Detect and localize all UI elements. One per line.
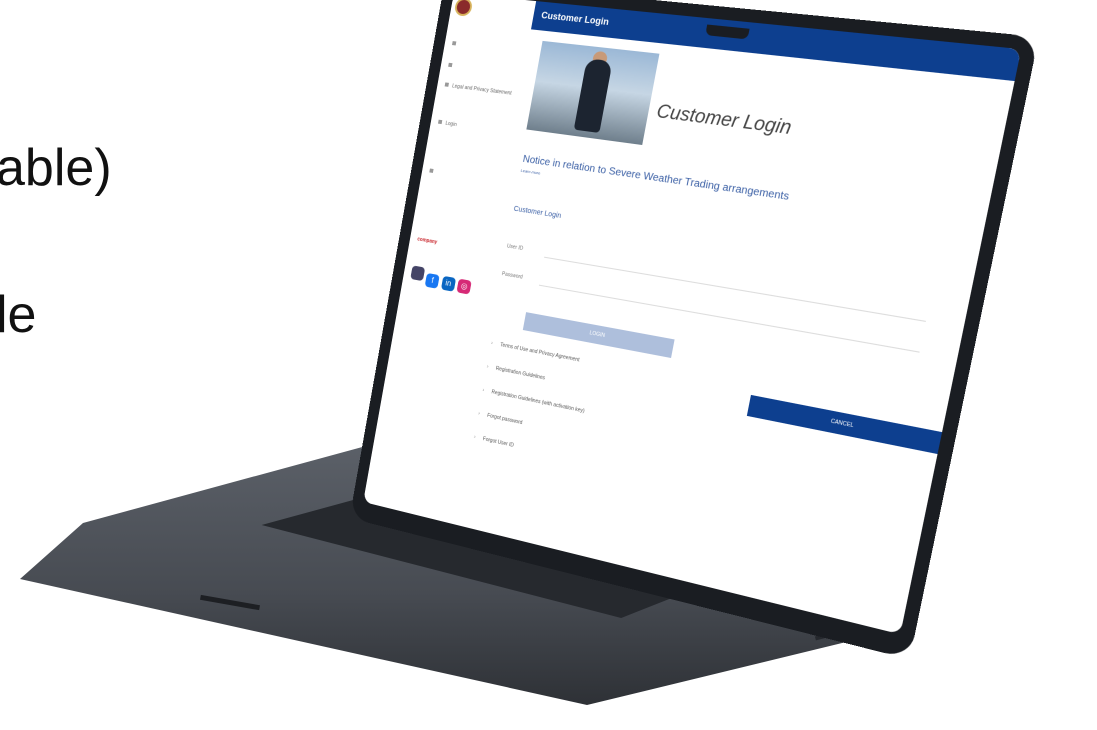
brand-text: company bbox=[416, 236, 438, 246]
sidebar-item-login[interactable]: Login bbox=[437, 119, 458, 129]
link-label: Registration Guidelines (with activation… bbox=[490, 389, 585, 415]
square-icon bbox=[448, 62, 453, 68]
sidebar-item-label: Legal and Privacy Statement bbox=[451, 83, 513, 97]
sidebar-item-legal[interactable]: Legal and Privacy Statement bbox=[444, 82, 513, 97]
bullet-icon: › bbox=[477, 410, 481, 418]
person-shape bbox=[573, 58, 613, 133]
main-content: Customer Login Notice in relation to Sev… bbox=[449, 34, 1007, 632]
square-icon bbox=[437, 119, 443, 125]
password-label: Password bbox=[501, 271, 524, 281]
bullet-icon: › bbox=[486, 363, 489, 371]
sidebar-item-label bbox=[455, 64, 456, 70]
facebook-icon[interactable]: f bbox=[424, 272, 441, 289]
sidebar-item-5[interactable] bbox=[429, 168, 437, 175]
sidebar-item-2[interactable] bbox=[448, 62, 456, 70]
sidebar-item-1[interactable] bbox=[451, 41, 460, 48]
header-title: Customer Login bbox=[540, 9, 610, 28]
sidebar-item-label bbox=[436, 170, 437, 176]
social-links: f in ◎ bbox=[409, 265, 474, 295]
square-icon bbox=[451, 41, 457, 46]
link-terms[interactable]: › Terms of Use and Privacy Agreement bbox=[491, 340, 580, 363]
crest-icon bbox=[453, 0, 474, 17]
linkedin-icon[interactable]: in bbox=[440, 275, 456, 292]
user-id-label: User ID bbox=[506, 243, 524, 252]
sidebar-item-label bbox=[459, 42, 460, 48]
instagram-icon[interactable]: ◎ bbox=[456, 278, 472, 295]
page-title: Customer Login bbox=[655, 100, 794, 139]
link-forgot-user-id[interactable]: › Forgot User ID bbox=[473, 434, 514, 449]
bullet-icon: › bbox=[490, 340, 494, 347]
link-forgot-password[interactable]: › Forgot password bbox=[478, 411, 523, 426]
cancel-button[interactable]: CANCEL bbox=[746, 394, 943, 455]
sidebar-item-label: Login bbox=[444, 120, 458, 129]
link-label: Forgot password bbox=[486, 412, 523, 427]
qr-code-icon[interactable] bbox=[410, 265, 426, 282]
brand-badge[interactable]: company bbox=[415, 236, 458, 255]
link-label: Forgot User ID bbox=[482, 436, 515, 449]
bullet-icon: › bbox=[481, 387, 485, 394]
link-registration[interactable]: › Registration Guidelines bbox=[486, 364, 545, 382]
notice-body: Learn more bbox=[520, 168, 1021, 256]
link-label: Registration Guidelines bbox=[495, 365, 546, 382]
laptop-screen: Customer Login Legal and Privacy Stateme… bbox=[363, 0, 1022, 635]
link-label: Terms of Use and Privacy Agreement bbox=[499, 342, 580, 364]
square-icon bbox=[444, 82, 449, 87]
link-registration-key[interactable]: › Registration Guidelines (with activatio… bbox=[482, 387, 585, 414]
square-icon bbox=[429, 168, 434, 173]
login-section-title: Customer Login bbox=[513, 205, 562, 221]
hero-photo bbox=[526, 40, 660, 146]
bullet-icon: › bbox=[473, 434, 477, 441]
notice-link[interactable]: Learn more bbox=[520, 168, 540, 176]
